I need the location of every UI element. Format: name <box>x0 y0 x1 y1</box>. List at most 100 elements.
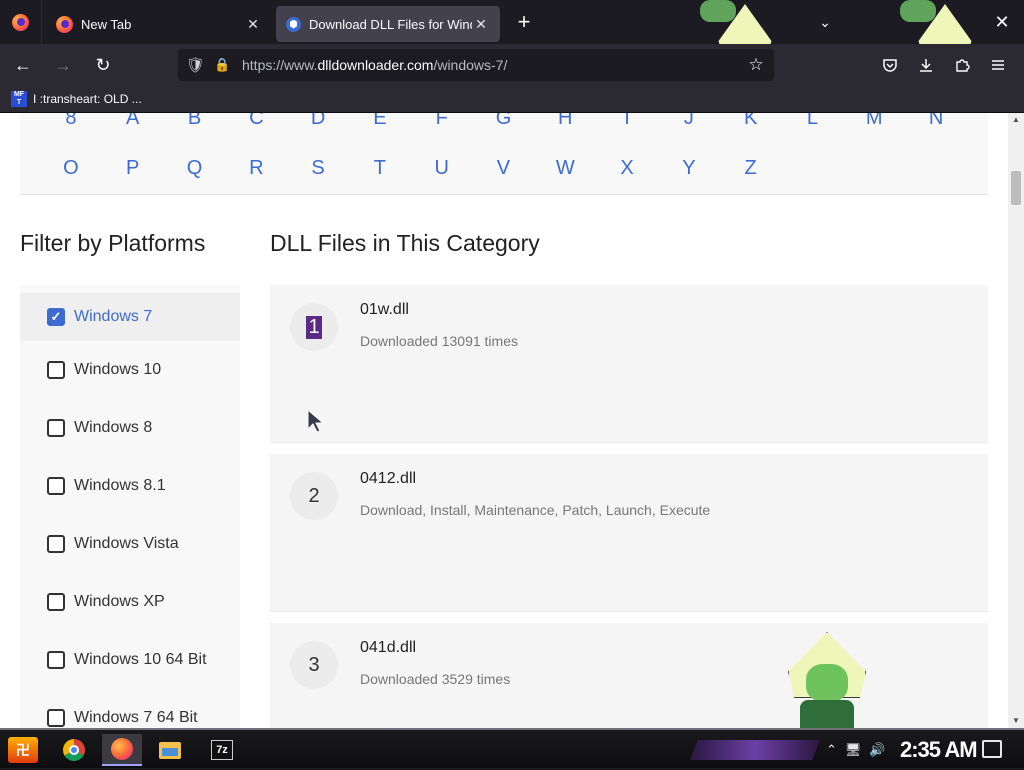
address-bar[interactable]: 🛡 🔒 https://www.dlldownloader.com/window… <box>178 49 774 81</box>
alphabet-link[interactable]: Z <box>720 148 782 188</box>
forward-button[interactable]: → <box>46 49 80 81</box>
alphabet-link[interactable]: M <box>843 113 905 138</box>
tab-dll-downloader[interactable]: Download DLL Files for Windows 7 ✕ <box>276 6 500 42</box>
platform-label: Windows XP <box>74 593 165 610</box>
alphabet-link[interactable]: U <box>411 148 473 188</box>
alphabet-link[interactable]: I <box>596 113 658 138</box>
dll-file-card[interactable]: 3 041d.dll Downloaded 3529 times <box>270 623 988 728</box>
alphabet-link[interactable]: K <box>720 113 782 138</box>
dll-file-description: Downloaded 3529 times <box>360 671 511 687</box>
firefox-icon <box>111 738 133 760</box>
close-tab-icon[interactable]: ✕ <box>244 15 262 33</box>
alphabet-link[interactable]: L <box>782 113 844 138</box>
tab-new-tab[interactable]: New Tab ✕ <box>46 6 272 42</box>
alphabet-index: 8ABCDEFGHIJKLMN OPQRSTUVWXYZ <box>20 113 988 195</box>
scroll-down-arrow-icon[interactable]: ▼ <box>1008 714 1024 728</box>
platform-filter-item[interactable]: ✓ Windows 7 <box>20 293 240 341</box>
platform-filter-item[interactable]: Windows 10 <box>20 341 240 399</box>
url-text[interactable]: https://www.dlldownloader.com/windows-7/ <box>242 57 742 73</box>
scroll-up-arrow-icon[interactable]: ▲ <box>1008 113 1024 127</box>
bookmark-item[interactable]: MF T I :transheart: OLD ... <box>11 91 142 107</box>
alphabet-link[interactable]: T <box>349 148 411 188</box>
back-button[interactable]: ← <box>6 49 40 81</box>
alphabet-link[interactable]: X <box>596 148 658 188</box>
checkbox-unchecked-icon[interactable] <box>47 709 65 727</box>
alphabet-link[interactable]: C <box>225 113 287 138</box>
dll-file-card[interactable]: 2 0412.dll Download, Install, Maintenanc… <box>270 454 988 612</box>
scrollbar-thumb[interactable] <box>1011 171 1021 205</box>
platform-label: Windows 8.1 <box>74 477 166 494</box>
notification-center-icon[interactable] <box>982 740 1002 758</box>
taskbar-firefox[interactable] <box>102 734 142 766</box>
dll-file-name[interactable]: 0412.dll <box>360 470 416 488</box>
dll-file-card[interactable]: 1 01w.dll Downloaded 13091 times <box>270 285 988 443</box>
alphabet-link[interactable]: W <box>534 148 596 188</box>
hamburger-menu-icon[interactable] <box>980 49 1016 81</box>
platform-label: Windows 10 <box>74 361 162 378</box>
checkbox-unchecked-icon[interactable] <box>47 593 65 611</box>
new-tab-button[interactable]: + <box>506 4 542 40</box>
firefox-view-button[interactable] <box>0 0 42 44</box>
alphabet-link[interactable]: V <box>473 148 535 188</box>
checkbox-unchecked-icon[interactable] <box>47 535 65 553</box>
checkbox-unchecked-icon[interactable] <box>47 477 65 495</box>
alphabet-link[interactable]: O <box>40 148 102 188</box>
page-scrollbar[interactable]: ▲ ▼ <box>1008 113 1024 728</box>
alphabet-link[interactable]: J <box>658 113 720 138</box>
list-all-tabs-chevron-down-icon[interactable]: ⌄ <box>810 8 840 36</box>
bookmark-star-icon[interactable]: ☆ <box>742 55 770 75</box>
checkbox-checked-icon[interactable]: ✓ <box>47 308 65 326</box>
volume-icon[interactable]: 🔊 <box>869 742 885 758</box>
tab-bar: New Tab ✕ Download DLL Files for Windows… <box>0 0 1024 58</box>
alphabet-link[interactable]: A <box>102 113 164 138</box>
tracking-protection-shield-icon[interactable]: 🛡 <box>186 56 205 74</box>
url-prefix: https://www. <box>242 57 318 73</box>
checkbox-unchecked-icon[interactable] <box>47 361 65 379</box>
mouse-cursor-icon <box>307 409 325 433</box>
platform-filter-item[interactable]: Windows 7 64 Bit <box>20 689 240 728</box>
taskbar-file-explorer[interactable] <box>150 734 190 766</box>
start-button[interactable]: 卍 <box>8 737 38 763</box>
category-heading: DLL Files in This Category <box>270 230 540 256</box>
alphabet-link[interactable]: E <box>349 113 411 138</box>
alphabet-link[interactable]: N <box>905 113 967 138</box>
dll-rank-badge: 3 <box>290 641 338 689</box>
network-icon[interactable]: 🖥 <box>845 742 862 758</box>
window-close-icon[interactable]: ✕ <box>980 0 1024 44</box>
alphabet-link[interactable]: Q <box>164 148 226 188</box>
alphabet-link[interactable]: D <box>287 113 349 138</box>
platform-filter-item[interactable]: Windows 8 <box>20 399 240 457</box>
firefox-tab-icon <box>56 15 73 33</box>
alphabet-link[interactable]: P <box>102 148 164 188</box>
alphabet-link[interactable]: S <box>287 148 349 188</box>
alphabet-link[interactable]: B <box>164 113 226 138</box>
close-tab-icon[interactable]: ✕ <box>472 15 490 33</box>
downloads-icon[interactable] <box>908 49 944 81</box>
mascot-body <box>800 700 854 728</box>
taskbar-clock[interactable]: 2:35 AM <box>900 737 978 763</box>
dll-file-name[interactable]: 01w.dll <box>360 301 409 319</box>
platform-filter-item[interactable]: Windows 8.1 <box>20 457 240 515</box>
tray-overflow-chevron-up-icon[interactable]: ⌃ <box>826 742 837 758</box>
taskbar-7zip[interactable]: 7z <box>202 734 242 766</box>
alphabet-link[interactable]: Y <box>658 148 720 188</box>
reload-button[interactable]: ↻ <box>86 49 120 81</box>
alphabet-link[interactable]: F <box>411 113 473 138</box>
platform-filter-item[interactable]: Windows 10 64 Bit <box>20 631 240 689</box>
lock-icon[interactable]: 🔒 <box>214 57 230 73</box>
dll-rank-number: 2 <box>308 484 320 507</box>
checkbox-unchecked-icon[interactable] <box>47 419 65 437</box>
pocket-icon[interactable] <box>872 49 908 81</box>
platform-filter-item[interactable]: Windows Vista <box>20 515 240 573</box>
extensions-puzzle-icon[interactable] <box>944 49 980 81</box>
dll-rank-badge: 1 <box>290 303 338 351</box>
alphabet-link[interactable]: H <box>534 113 596 138</box>
alphabet-link[interactable]: G <box>473 113 535 138</box>
theme-arm <box>900 0 936 22</box>
taskbar-chrome[interactable] <box>54 734 94 766</box>
platform-filter-item[interactable]: Windows XP <box>20 573 240 631</box>
checkbox-unchecked-icon[interactable] <box>47 651 65 669</box>
alphabet-link[interactable]: R <box>225 148 287 188</box>
alphabet-link[interactable]: 8 <box>40 113 102 138</box>
dll-file-name[interactable]: 041d.dll <box>360 639 416 657</box>
